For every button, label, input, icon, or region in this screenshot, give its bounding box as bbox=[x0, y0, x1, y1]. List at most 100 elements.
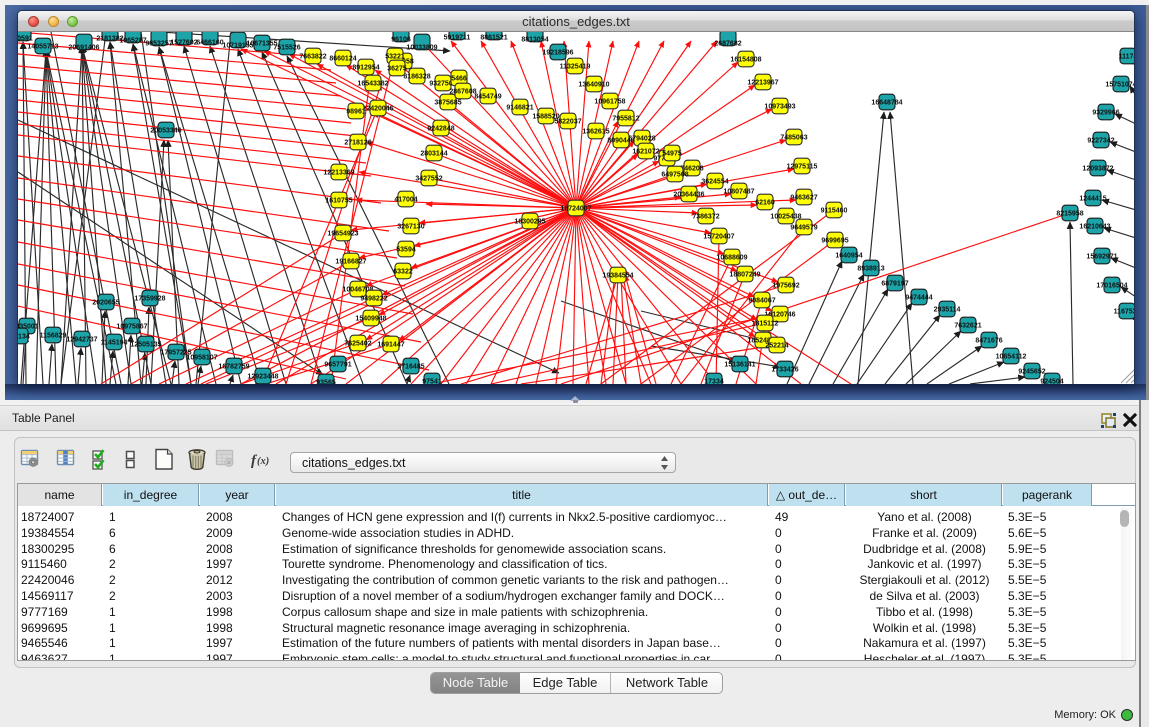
svg-text:15751074: 15751074 bbox=[1105, 82, 1134, 89]
svg-text:3427552: 3427552 bbox=[415, 176, 442, 183]
svg-text:9498222: 9498222 bbox=[360, 296, 387, 303]
svg-text:53221: 53221 bbox=[385, 54, 405, 61]
svg-text:22420046: 22420046 bbox=[362, 106, 393, 113]
svg-text:3624554: 3624554 bbox=[701, 179, 728, 186]
svg-text:98961: 98961 bbox=[346, 109, 366, 116]
svg-text:53594: 53594 bbox=[396, 247, 416, 254]
svg-text:9084067: 9084067 bbox=[748, 298, 775, 305]
svg-text:5919711: 5919711 bbox=[444, 35, 471, 42]
svg-text:9657791: 9657791 bbox=[324, 362, 351, 369]
svg-text:15720407: 15720407 bbox=[703, 234, 734, 241]
svg-text:8912954: 8912954 bbox=[352, 65, 379, 72]
svg-text:96106: 96106 bbox=[391, 37, 411, 44]
svg-text:8813054: 8813054 bbox=[521, 37, 548, 44]
svg-text:8471676: 8471676 bbox=[975, 338, 1002, 345]
svg-text:8938913: 8938913 bbox=[857, 266, 884, 273]
svg-text:19166827: 19166827 bbox=[335, 259, 366, 266]
svg-text:7485063: 7485063 bbox=[780, 135, 807, 142]
svg-text:6879197: 6879197 bbox=[881, 281, 908, 288]
svg-text:2803144: 2803144 bbox=[420, 151, 447, 158]
svg-text:13640910: 13640910 bbox=[578, 82, 609, 89]
svg-text:9115460: 9115460 bbox=[821, 208, 848, 215]
svg-text:16782759: 16782759 bbox=[218, 364, 249, 371]
svg-text:16210643: 16210643 bbox=[1079, 224, 1110, 231]
svg-text:417004: 417004 bbox=[394, 197, 417, 204]
svg-text:15409948: 15409948 bbox=[355, 316, 386, 323]
svg-text:252214: 252214 bbox=[765, 343, 788, 350]
svg-text:5466: 5466 bbox=[451, 76, 467, 83]
svg-text:19218596: 19218596 bbox=[542, 50, 573, 57]
svg-text:1733426: 1733426 bbox=[771, 367, 798, 374]
svg-text:1691447: 1691447 bbox=[377, 342, 404, 349]
svg-text:1621072: 1621072 bbox=[632, 149, 659, 156]
svg-text:54975: 54975 bbox=[662, 151, 682, 158]
svg-text:9463627: 9463627 bbox=[790, 195, 817, 202]
svg-text:17359928: 17359928 bbox=[134, 296, 165, 303]
svg-text:12942737: 12942737 bbox=[66, 337, 97, 344]
svg-text:9242848: 9242848 bbox=[427, 126, 454, 133]
svg-text:3875685: 3875685 bbox=[434, 100, 461, 107]
svg-text:17016504: 17016504 bbox=[1096, 283, 1127, 290]
svg-text:10975867: 10975867 bbox=[116, 324, 147, 331]
svg-text:18724007: 18724007 bbox=[560, 206, 591, 213]
svg-text:18807249: 18807249 bbox=[729, 272, 760, 279]
svg-text:8660124: 8660124 bbox=[329, 56, 356, 63]
svg-text:6466160: 6466160 bbox=[196, 40, 223, 47]
svg-text:1610755: 1610755 bbox=[325, 198, 352, 205]
svg-text:2867608: 2867608 bbox=[449, 89, 476, 96]
svg-text:93565: 93565 bbox=[316, 380, 336, 385]
svg-text:3716485: 3716485 bbox=[397, 364, 424, 371]
svg-text:17334: 17334 bbox=[704, 379, 724, 385]
svg-text:6794028: 6794028 bbox=[628, 136, 655, 143]
svg-text:9329966: 9329966 bbox=[1092, 110, 1119, 117]
svg-text:9853257: 9853257 bbox=[145, 41, 172, 48]
svg-text:1156829: 1156829 bbox=[40, 333, 67, 340]
svg-text:5822037: 5822037 bbox=[554, 119, 581, 126]
svg-text:7955812: 7955812 bbox=[612, 116, 639, 123]
svg-text:16154808: 16154808 bbox=[730, 57, 761, 64]
svg-text:12975115: 12975115 bbox=[787, 164, 818, 171]
svg-text:16543382: 16543382 bbox=[357, 81, 388, 88]
svg-text:97541: 97541 bbox=[422, 379, 442, 385]
svg-text:15136141: 15136141 bbox=[724, 362, 755, 369]
svg-text:1815112: 1815112 bbox=[752, 321, 779, 328]
svg-text:3267130: 3267130 bbox=[397, 224, 424, 231]
svg-text:8861521: 8861521 bbox=[480, 35, 507, 42]
svg-text:2020655: 2020655 bbox=[92, 300, 119, 307]
svg-text:62160: 62160 bbox=[755, 200, 775, 207]
svg-text:10688609: 10688609 bbox=[716, 255, 747, 262]
svg-text:11325419: 11325419 bbox=[560, 64, 591, 71]
svg-text:12093872: 12093872 bbox=[1082, 166, 1113, 173]
svg-text:8454749: 8454749 bbox=[474, 94, 501, 101]
svg-text:7625402: 7625402 bbox=[344, 341, 371, 348]
svg-text:20053346: 20053346 bbox=[150, 128, 181, 135]
svg-text:7515526: 7515526 bbox=[273, 45, 300, 52]
svg-text:10654112: 10654112 bbox=[996, 354, 1027, 361]
svg-text:1244415: 1244415 bbox=[1079, 196, 1106, 203]
svg-text:12923448: 12923448 bbox=[247, 374, 278, 381]
svg-text:9699695: 9699695 bbox=[821, 238, 848, 245]
svg-text:11174: 11174 bbox=[1119, 54, 1134, 61]
svg-text:7663822: 7663822 bbox=[299, 54, 326, 61]
svg-text:7386372: 7386372 bbox=[692, 214, 719, 221]
svg-text:16648784: 16648784 bbox=[871, 100, 902, 107]
svg-text:9245652: 9245652 bbox=[1018, 369, 1045, 376]
svg-text:10033809: 10033809 bbox=[406, 45, 437, 52]
svg-text:12213369: 12213369 bbox=[323, 170, 354, 177]
svg-text:2687682: 2687682 bbox=[714, 41, 741, 48]
svg-text:1167533: 1167533 bbox=[1114, 309, 1134, 316]
svg-text:10961758: 10961758 bbox=[594, 99, 625, 106]
svg-text:12505135: 12505135 bbox=[130, 342, 161, 349]
svg-text:7632621: 7632621 bbox=[954, 323, 981, 330]
svg-text:39134: 39134 bbox=[18, 334, 30, 341]
svg-text:20591: 20591 bbox=[18, 36, 33, 43]
svg-text:1145194: 1145194 bbox=[101, 340, 128, 347]
svg-text:36275: 36275 bbox=[387, 66, 407, 73]
svg-text:1527602: 1527602 bbox=[170, 40, 197, 47]
svg-text:9227342: 9227342 bbox=[1087, 138, 1114, 145]
svg-text:19654923: 19654923 bbox=[327, 231, 358, 238]
svg-text:8215958: 8215958 bbox=[1056, 211, 1083, 218]
svg-text:1065287: 1065287 bbox=[119, 38, 146, 45]
svg-text:20364436: 20364436 bbox=[673, 192, 704, 199]
svg-text:20691406: 20691406 bbox=[68, 45, 99, 52]
